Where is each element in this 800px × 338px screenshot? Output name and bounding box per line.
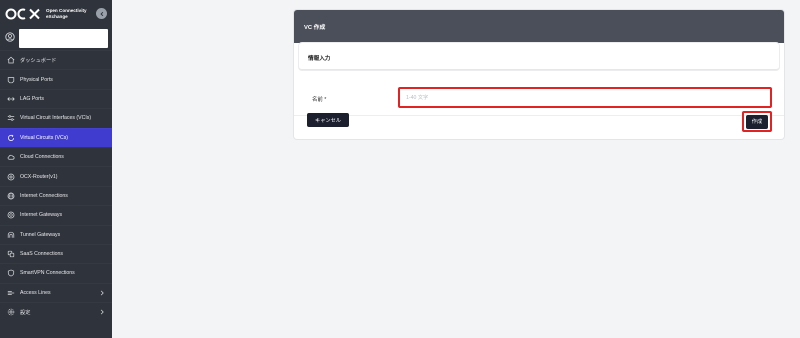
sidebar-item-label: ダッシュボード — [20, 57, 57, 64]
vpn-icon — [6, 269, 15, 278]
sidebar-item-dashboard[interactable]: ダッシュボード — [0, 50, 112, 69]
brand-line1: Open Connectivity — [46, 8, 87, 14]
brand-text: Open Connectivity eXchange — [46, 8, 87, 19]
user-icon — [5, 29, 15, 47]
sidebar-item-vcs[interactable]: Virtual Circuits (VCs) — [0, 127, 112, 147]
sidebar: Open Connectivity eXchange ダッシュボード Physi… — [0, 0, 112, 338]
cloud-icon — [6, 153, 15, 162]
chevron-left-icon — [99, 11, 103, 16]
sidebar-item-label: SaaS Connections — [20, 251, 63, 258]
sidebar-item-label: SmartVPN Connections — [20, 270, 75, 277]
sidebar-item-ocx-router[interactable]: OCX-Router(v1) — [0, 166, 112, 185]
router-icon — [6, 172, 15, 181]
globe-icon — [6, 191, 15, 200]
sidebar-item-internet-connections[interactable]: Internet Connections — [0, 186, 112, 205]
sidebar-item-label: Internet Connections — [20, 192, 68, 199]
sidebar-nav: ダッシュボード Physical Ports LAG Ports Virtual… — [0, 50, 112, 321]
sidebar-item-physical-ports[interactable]: Physical Ports — [0, 69, 112, 88]
refresh-icon — [6, 133, 15, 142]
sidebar-item-cloud-connections[interactable]: Cloud Connections — [0, 147, 112, 166]
port-icon — [6, 75, 15, 84]
sidebar-item-label: Tunnel Gateways — [20, 231, 61, 238]
chevron-right-icon — [99, 309, 105, 315]
sidebar-item-vcis[interactable]: Virtual Circuit Interfaces (VCIs) — [0, 108, 112, 127]
section-title: 情報入力 — [299, 43, 779, 70]
saas-icon — [6, 250, 15, 259]
brand: Open Connectivity eXchange — [0, 0, 112, 27]
gear-icon — [6, 308, 15, 317]
sidebar-item-label: Cloud Connections — [20, 154, 64, 161]
sidebar-item-label: Internet Gateways — [20, 212, 63, 219]
collapse-sidebar-button[interactable] — [96, 8, 107, 19]
sidebar-item-access-lines[interactable]: Access Lines — [0, 283, 112, 302]
create-button-highlight: 作成 — [742, 111, 772, 132]
name-form-row: 名前 * — [294, 76, 784, 116]
gateway-icon — [6, 211, 15, 220]
sidebar-item-label: Virtual Circuits (VCs) — [20, 134, 69, 141]
sidebar-item-smartvpn-connections[interactable]: SmartVPN Connections — [0, 263, 112, 282]
name-label: 名前 * — [312, 97, 327, 103]
cancel-button[interactable]: キャンセル — [307, 113, 349, 127]
tunnel-icon — [6, 230, 15, 239]
sidebar-item-tunnel-gateways[interactable]: Tunnel Gateways — [0, 225, 112, 244]
sidebar-item-label: OCX-Router(v1) — [20, 173, 58, 180]
user-row — [0, 27, 112, 49]
sidebar-item-label: Physical Ports — [20, 76, 53, 83]
name-input[interactable] — [398, 87, 772, 108]
ocx-logo — [5, 8, 40, 19]
page-title: VC 作成 — [294, 10, 784, 43]
sidebar-item-label: Access Lines — [20, 289, 51, 296]
vc-create-card: VC 作成 情報入力 名前 * キャンセル 作成 — [294, 10, 784, 139]
sidebar-item-label: Virtual Circuit Interfaces (VCIs) — [20, 115, 92, 122]
chevron-right-icon — [99, 290, 105, 296]
sidebar-item-label: LAG Ports — [20, 95, 44, 102]
sidebar-item-settings[interactable]: 設定 — [0, 302, 112, 321]
sidebar-item-internet-gateways[interactable]: Internet Gateways — [0, 205, 112, 224]
sidebar-item-label: 設定 — [20, 309, 31, 316]
sidebar-item-saas-connections[interactable]: SaaS Connections — [0, 244, 112, 263]
home-icon — [6, 56, 15, 65]
create-button[interactable]: 作成 — [746, 114, 768, 129]
lag-icon — [6, 94, 15, 103]
access-lines-icon — [6, 288, 15, 297]
brand-line2: eXchange — [46, 13, 68, 19]
user-select[interactable] — [19, 28, 108, 48]
sliders-icon — [6, 114, 15, 123]
sidebar-item-lag-ports[interactable]: LAG Ports — [0, 89, 112, 108]
